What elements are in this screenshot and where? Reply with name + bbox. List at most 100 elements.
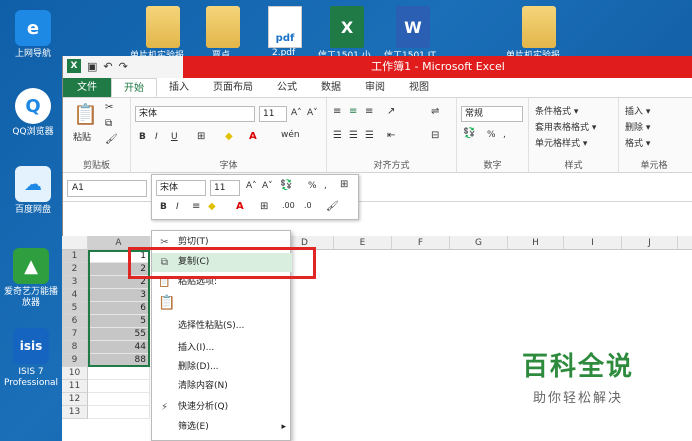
format-as-table-button[interactable]: 套用表格格式 ▾	[535, 120, 596, 133]
row-header[interactable]: 13	[62, 406, 88, 419]
mini-fill-color-icon[interactable]: ◆	[208, 201, 216, 212]
paste-icon[interactable]: 📋	[73, 102, 98, 126]
font-size-select[interactable]: 11	[259, 106, 287, 122]
underline-button[interactable]: U	[171, 132, 178, 142]
mini-border-icon[interactable]: ⊞	[260, 201, 268, 212]
cell-styles-button[interactable]: 单元格样式 ▾	[535, 136, 587, 149]
orientation-icon[interactable]: ↗	[387, 106, 395, 117]
merge-icon[interactable]: ⊟	[431, 130, 439, 141]
bold-button[interactable]: B	[139, 132, 146, 142]
cell-a[interactable]	[88, 367, 150, 380]
row-header[interactable]: 3	[62, 276, 88, 289]
mini-format-painter-icon[interactable]: 🖌	[326, 201, 339, 212]
desktop-icon-isis[interactable]: isis ISIS 7 Professional	[0, 328, 62, 389]
grow-font-button[interactable]: A˄	[291, 108, 302, 118]
row-header[interactable]: 7	[62, 328, 88, 341]
border-icon[interactable]: ⊞	[197, 131, 205, 142]
mini-align-icon[interactable]: ≡	[192, 201, 200, 212]
pdf-file-icon[interactable]: pdf	[268, 6, 302, 48]
row-header[interactable]: 11	[62, 380, 88, 393]
fill-color-icon[interactable]: ◆	[225, 131, 233, 142]
cut-icon[interactable]: ✂	[105, 102, 113, 113]
align-top-icon[interactable]: ≡	[333, 106, 341, 117]
desktop-icon-iqiyi[interactable]: ▲ 爱奇艺万能播放器	[0, 248, 62, 309]
italic-button[interactable]: I	[155, 132, 158, 142]
tab-data[interactable]: 数据	[309, 78, 353, 97]
column-header[interactable]: K	[678, 236, 692, 250]
mini-grow-font[interactable]: A˄	[246, 181, 257, 191]
undo-icon[interactable]: ↶	[103, 60, 112, 73]
save-icon[interactable]: ▣	[87, 60, 97, 73]
row-header[interactable]: 5	[62, 302, 88, 315]
menu-item-filter[interactable]: 筛选(E) ▸	[152, 418, 292, 437]
tab-insert[interactable]: 插入	[157, 78, 201, 97]
column-header[interactable]: G	[450, 236, 508, 250]
mini-increase-decimal-icon[interactable]: .00	[282, 201, 295, 210]
row-header[interactable]: 1	[62, 250, 88, 263]
align-left-icon[interactable]: ☰	[333, 130, 342, 141]
font-color-icon[interactable]: A	[249, 131, 257, 142]
row-header[interactable]: 12	[62, 393, 88, 406]
column-header[interactable]: H	[508, 236, 564, 250]
mini-font-color-icon[interactable]: A	[236, 201, 244, 212]
comma-button[interactable]: ,	[503, 130, 506, 140]
cell-a[interactable]	[88, 380, 150, 393]
phonetic-button[interactable]: wén	[281, 130, 300, 140]
desktop-icon-qq-browser[interactable]: Q QQ浏览器	[2, 88, 64, 138]
excel-file-icon[interactable]: X	[330, 6, 364, 48]
row-header[interactable]: 6	[62, 315, 88, 328]
copy-icon[interactable]: ⧉	[105, 118, 112, 129]
column-header[interactable]: E	[334, 236, 392, 250]
row-header[interactable]: 4	[62, 289, 88, 302]
menu-item-clear[interactable]: 清除内容(N)	[152, 377, 292, 396]
tab-page-layout[interactable]: 页面布局	[201, 78, 265, 97]
menu-item-insert[interactable]: 插入(I)...	[152, 339, 292, 358]
cell-a[interactable]	[88, 406, 150, 419]
tab-file[interactable]: 文件	[63, 78, 111, 97]
folder-icon[interactable]	[522, 6, 556, 48]
folder-icon[interactable]	[146, 6, 180, 48]
insert-cells-button[interactable]: 插入 ▾	[625, 104, 650, 117]
column-header[interactable]: J	[622, 236, 678, 250]
align-bottom-icon[interactable]: ≡	[365, 106, 373, 117]
word-file-icon[interactable]: W	[396, 6, 430, 48]
select-all-corner[interactable]	[62, 236, 88, 250]
row-header[interactable]: 2	[62, 263, 88, 276]
mini-format-table-icon[interactable]: ⊞	[340, 179, 348, 190]
mini-shrink-font[interactable]: A˅	[262, 181, 273, 191]
paste-button[interactable]: 粘贴	[73, 130, 91, 143]
tab-view[interactable]: 视图	[397, 78, 441, 97]
mini-bold[interactable]: B	[160, 202, 167, 212]
format-cells-button[interactable]: 格式 ▾	[625, 136, 650, 149]
row-header[interactable]: 8	[62, 341, 88, 354]
format-painter-icon[interactable]: 🖌	[105, 134, 118, 145]
column-header[interactable]: F	[392, 236, 450, 250]
mini-percent[interactable]: %	[308, 181, 317, 191]
shrink-font-button[interactable]: A˅	[307, 108, 318, 118]
mini-currency-icon[interactable]: 💱	[280, 180, 292, 191]
mini-size-select[interactable]: 11	[210, 180, 240, 196]
font-name-select[interactable]: 宋体	[135, 106, 255, 122]
menu-item-paste-special[interactable]: 选择性粘贴(S)...	[152, 317, 292, 336]
mini-font-select[interactable]: 宋体	[156, 180, 206, 196]
tab-review[interactable]: 审阅	[353, 78, 397, 97]
delete-cells-button[interactable]: 删除 ▾	[625, 120, 650, 133]
conditional-format-button[interactable]: 条件格式 ▾	[535, 104, 578, 117]
row-header[interactable]: 10	[62, 367, 88, 380]
desktop-icon-ie[interactable]: e 上网导航	[2, 10, 64, 60]
align-middle-icon[interactable]: ≡	[349, 106, 357, 117]
percent-button[interactable]: %	[487, 130, 496, 140]
mini-comma[interactable]: ,	[324, 181, 327, 191]
align-center-icon[interactable]: ☰	[349, 130, 358, 141]
tab-home[interactable]: 开始	[111, 78, 157, 97]
currency-icon[interactable]: 💱	[463, 128, 475, 139]
mini-decrease-decimal-icon[interactable]: .0	[304, 201, 312, 210]
desktop-icon-baidu[interactable]: ☁ 百度网盘	[2, 166, 64, 216]
indent-icon[interactable]: ⇤	[387, 130, 395, 141]
align-right-icon[interactable]: ☰	[365, 130, 374, 141]
tab-formulas[interactable]: 公式	[265, 78, 309, 97]
column-header[interactable]: I	[564, 236, 622, 250]
redo-icon[interactable]: ↷	[119, 60, 128, 73]
row-header[interactable]: 9	[62, 354, 88, 367]
folder-icon[interactable]	[206, 6, 240, 48]
